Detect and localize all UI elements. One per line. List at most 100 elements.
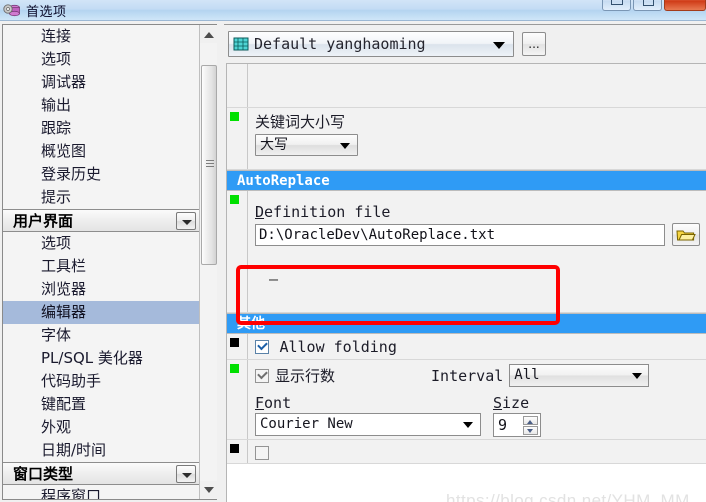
scroll-down-arrow-icon <box>204 487 214 493</box>
sidebar-item-label: 跟踪 <box>41 119 72 137</box>
status-marker-black <box>230 338 239 347</box>
font-combobox[interactable]: Courier New <box>255 413 481 436</box>
tree-guide-line <box>247 360 248 439</box>
chevron-down-icon <box>493 42 505 49</box>
browse-file-button[interactable] <box>672 223 700 246</box>
interval-combobox[interactable]: All <box>509 364 650 387</box>
font-value: Courier New <box>260 416 353 432</box>
status-marker-green <box>230 364 239 373</box>
show-line-numbers-checkbox[interactable] <box>255 368 269 383</box>
show-line-numbers-label: 显示行数 <box>275 367 336 385</box>
sidebar-item-date-time[interactable]: 日期/时间 <box>3 439 199 462</box>
definition-file-input[interactable]: D:\OracleDev\AutoReplace.txt <box>255 223 665 246</box>
settings-row-keyword-case: 关键词大小写 大写 <box>227 108 706 170</box>
profile-more-button[interactable]: ... <box>522 32 546 56</box>
sidebar-group-window-types[interactable]: 窗口类型 <box>3 462 199 485</box>
sidebar-scrollbar[interactable] <box>199 25 217 499</box>
close-button[interactable] <box>664 0 706 11</box>
database-icon <box>233 36 249 52</box>
group-dropdown-button-window-types[interactable] <box>176 465 196 483</box>
sidebar-item-label: 输出 <box>41 96 72 114</box>
sidebar-item-output[interactable]: 输出 <box>3 94 199 117</box>
sidebar-item-code-assistant[interactable]: 代码助手 <box>3 370 199 393</box>
sidebar-item-options[interactable]: 选项 <box>3 48 199 71</box>
sidebar-item-ui-options[interactable]: 选项 <box>3 232 199 255</box>
interval-value: All <box>514 367 540 383</box>
chevron-down-icon <box>182 220 192 225</box>
sidebar-item-label: PL/SQL 美化器 <box>41 349 143 367</box>
settings-row-dash: — <box>269 270 279 288</box>
group-dropdown-button-user-interface[interactable] <box>176 212 196 230</box>
settings-tree-panel: 连接 选项 调试器 输出 跟踪 概览图 登录历史 提示 用户界面 选项 工具栏 … <box>2 24 217 500</box>
scroll-up-button[interactable] <box>200 26 217 43</box>
definition-file-accel: D <box>255 203 265 221</box>
sidebar-item-overview[interactable]: 概览图 <box>3 140 199 163</box>
settings-row-definition-file: Definition file D:\OracleDev\AutoReplace… <box>227 191 706 313</box>
profile-combobox[interactable]: Default yanghaoming <box>228 31 514 57</box>
sidebar-item-label: 浏览器 <box>41 280 87 298</box>
sidebar-item-trace[interactable]: 跟踪 <box>3 117 199 140</box>
window-title: 首选项 <box>26 4 67 20</box>
sidebar-item-label: 字体 <box>41 326 72 344</box>
allow-folding-label: Allow folding <box>279 338 397 356</box>
partial-row-checkbox[interactable] <box>255 446 269 460</box>
maximize-button[interactable] <box>633 0 662 11</box>
scrollbar-thumb[interactable] <box>201 65 217 265</box>
sidebar-item-key-configuration[interactable]: 键配置 <box>3 393 199 416</box>
sidebar-group-user-interface[interactable]: 用户界面 <box>3 209 199 232</box>
status-marker-black <box>230 444 239 453</box>
tree-guide-line <box>247 334 248 359</box>
section-header-other[interactable]: 其他 <box>227 313 706 334</box>
check-icon <box>257 339 268 351</box>
sidebar-item-label: 键配置 <box>41 395 87 413</box>
sidebar-item-hints[interactable]: 提示 <box>3 186 199 209</box>
keyword-case-combobox[interactable]: 大写 <box>255 134 358 156</box>
sidebar-item-label: 登录历史 <box>41 165 102 183</box>
spinner-down-button[interactable] <box>523 426 538 435</box>
font-accel: F <box>255 394 265 412</box>
sidebar-item-label: 代码助手 <box>41 372 102 390</box>
profile-value: Default yanghaoming <box>254 35 426 53</box>
settings-option-list: 关键词大小写 大写 AutoReplace Definition file D:… <box>226 63 706 502</box>
scroll-up-arrow-icon <box>204 32 214 38</box>
allow-folding-checkbox[interactable] <box>255 339 269 354</box>
settings-tree: 连接 选项 调试器 输出 跟踪 概览图 登录历史 提示 用户界面 选项 工具栏 … <box>3 25 199 499</box>
chevron-down-icon <box>632 373 643 379</box>
size-label-rest: ize <box>502 394 530 412</box>
sidebar-item-browser[interactable]: 浏览器 <box>3 278 199 301</box>
size-spinner[interactable]: 9 <box>493 413 541 437</box>
spinner-up-button[interactable] <box>523 416 538 425</box>
sidebar-item-toolbar[interactable]: 工具栏 <box>3 255 199 278</box>
sidebar-item-debugger[interactable]: 调试器 <box>3 71 199 94</box>
settings-row-partial <box>227 440 706 464</box>
sidebar-item-program-window[interactable]: 程序窗口 <box>3 485 199 500</box>
settings-row-line-numbers: 显示行数 Interval All Font Courier New Size … <box>227 360 706 440</box>
definition-file-label: Definition file <box>255 203 706 221</box>
size-value: 9 <box>498 416 508 434</box>
sidebar-item-appearance[interactable]: 外观 <box>3 416 199 439</box>
tree-guide-line <box>247 440 248 463</box>
minimize-button[interactable] <box>602 0 631 11</box>
section-header-autoreplace[interactable]: AutoReplace <box>227 170 706 191</box>
font-label: Font <box>255 394 483 412</box>
scrollbar-grip-icon <box>206 160 214 167</box>
size-spinner-buttons[interactable] <box>523 416 538 435</box>
sidebar-item-login-history[interactable]: 登录历史 <box>3 163 199 186</box>
sidebar-item-label: 工具栏 <box>41 257 87 275</box>
sidebar-group-label: 窗口类型 <box>13 465 74 483</box>
keyword-case-value: 大写 <box>260 137 288 153</box>
triangle-down-icon <box>527 429 533 433</box>
sidebar-item-fonts[interactable]: 字体 <box>3 324 199 347</box>
settings-row-blank <box>227 64 706 108</box>
preferences-database-icon <box>3 2 21 19</box>
scroll-down-button[interactable] <box>200 481 217 498</box>
sidebar-item-plsql-beautifier[interactable]: PL/SQL 美化器 <box>3 347 199 370</box>
sidebar-item-label: 连接 <box>41 27 72 45</box>
sidebar-item-label: 程序窗口 <box>41 487 102 500</box>
sidebar-item-connection[interactable]: 连接 <box>3 25 199 48</box>
sidebar-item-editor[interactable]: 编辑器 <box>3 301 199 324</box>
tree-guide-line <box>247 64 248 107</box>
window-controls <box>600 0 706 13</box>
check-icon <box>257 368 268 379</box>
chevron-down-icon <box>463 422 473 428</box>
